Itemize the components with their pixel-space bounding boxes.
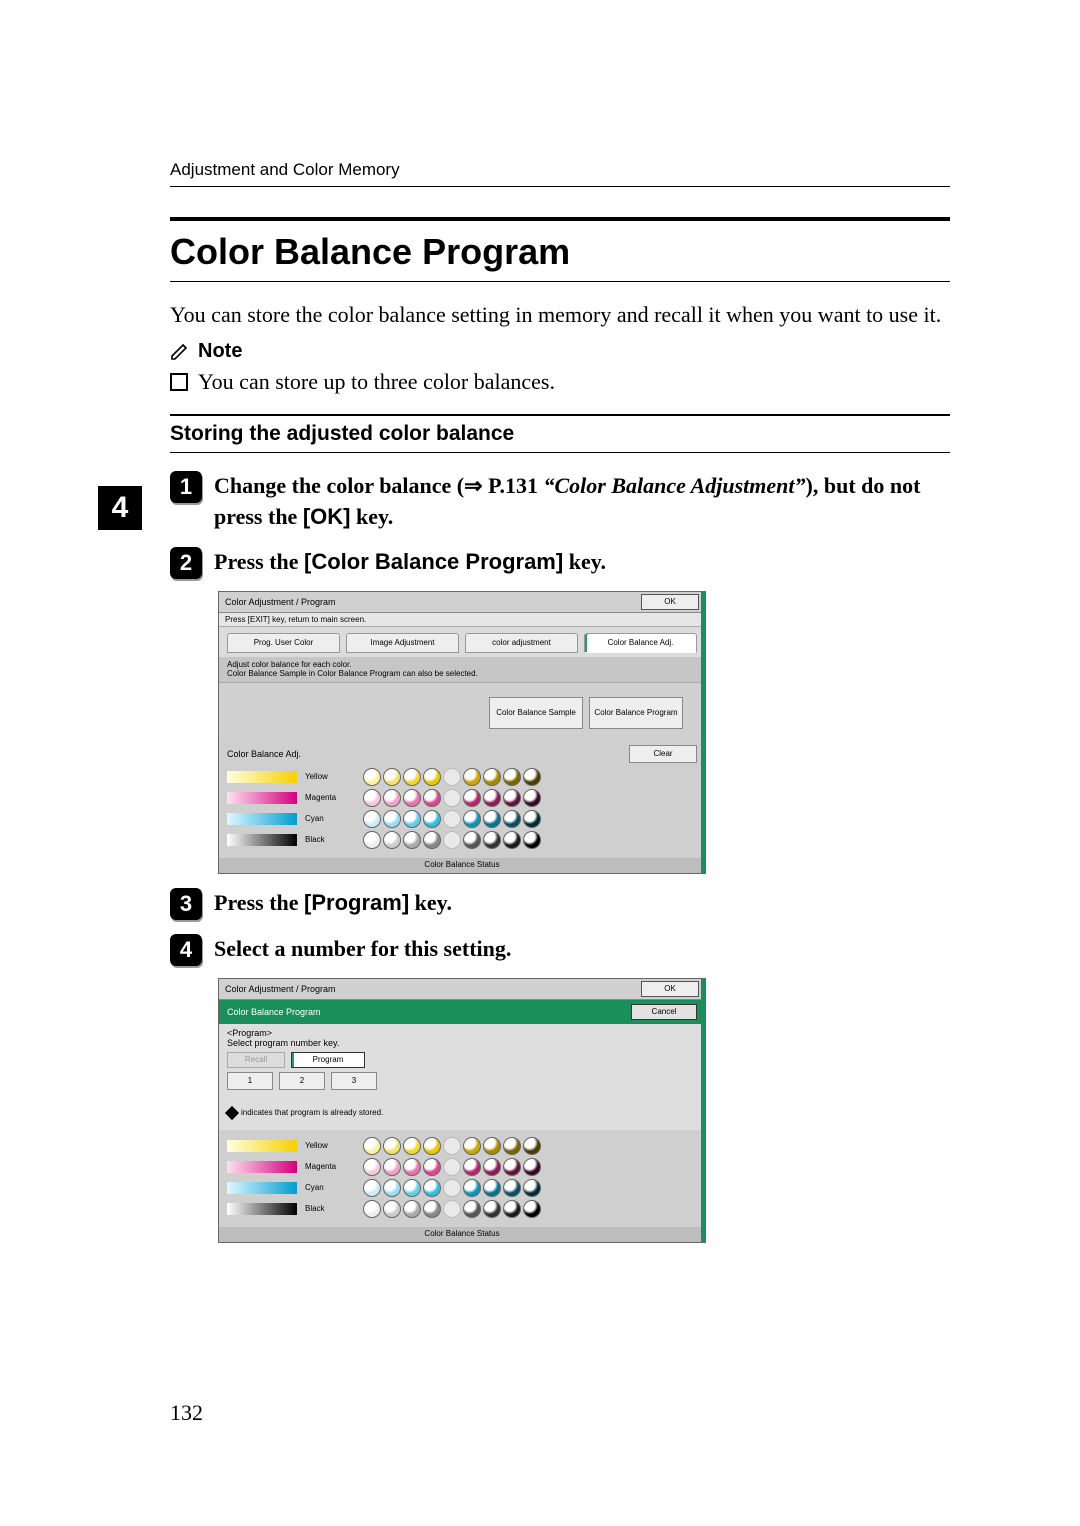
swatch-magenta xyxy=(227,792,297,804)
slider-yellow[interactable]: Yellow xyxy=(227,768,697,786)
screenshot-1: Color Adjustment / Program OK Press [EXI… xyxy=(218,591,950,874)
sliders-area: Color Balance Adj. Clear Yellow Magenta xyxy=(219,739,705,858)
step-number-badge: 1 xyxy=(170,471,202,503)
tabs-row: Prog. User Color Image Adjustment color … xyxy=(219,627,705,657)
panel-title: Color Adjustment / Program xyxy=(225,984,336,994)
pencil-icon xyxy=(170,341,190,361)
section-title: Color Balance Program xyxy=(170,231,950,273)
clear-button[interactable]: Clear xyxy=(629,745,697,763)
slider-label: Magenta xyxy=(305,793,355,802)
step-3: 3 Press the [Program] key. xyxy=(170,888,950,920)
tab-image-adjustment[interactable]: Image Adjustment xyxy=(346,633,459,653)
program-slot-1[interactable]: 1 xyxy=(227,1072,273,1090)
step-2: 2 Press the [Color Balance Program] key. xyxy=(170,547,950,579)
adj-label: Color Balance Adj. xyxy=(227,749,301,759)
rule-thick xyxy=(170,217,950,221)
panel-title: Color Adjustment / Program xyxy=(225,597,336,607)
note-line: Note xyxy=(170,340,950,363)
swatch-black xyxy=(227,834,297,846)
note-item: You can store up to three color balances… xyxy=(170,367,950,397)
slider-label: Cyan xyxy=(305,1183,355,1192)
program-slot-2[interactable]: 2 xyxy=(279,1072,325,1090)
slider-label: Magenta xyxy=(305,1162,355,1171)
swatch-cyan xyxy=(227,1182,297,1194)
swatch-black xyxy=(227,1203,297,1215)
note-item-text: You can store up to three color balances… xyxy=(198,369,555,394)
tab-color-balance-adj[interactable]: Color Balance Adj. xyxy=(584,633,697,653)
sub-rule-thick xyxy=(170,414,950,416)
slider-magenta[interactable]: Magenta xyxy=(227,789,697,807)
step-4: 4 Select a number for this setting. xyxy=(170,934,950,966)
color-balance-sample-button[interactable]: Color Balance Sample xyxy=(489,697,583,729)
slider-label: Cyan xyxy=(305,814,355,823)
note-label: Note xyxy=(198,340,242,363)
subsection-heading: Storing the adjusted color balance xyxy=(170,422,950,446)
slider-label: Yellow xyxy=(305,772,355,781)
ok-button[interactable]: OK xyxy=(641,981,699,997)
running-head: Adjustment and Color Memory xyxy=(170,160,950,187)
sliders-area: Yellow Magenta Cyan xyxy=(219,1130,705,1227)
swatch-yellow xyxy=(227,1140,297,1152)
slider-label: Black xyxy=(305,835,355,844)
slider-cyan[interactable]: Cyan xyxy=(227,1179,697,1197)
step-number-badge: 2 xyxy=(170,547,202,579)
step-number-badge: 4 xyxy=(170,934,202,966)
panel-greenbar: Color Balance Program Cancel xyxy=(219,1000,705,1024)
panel-footer: Color Balance Status xyxy=(219,858,705,873)
swatch-magenta xyxy=(227,1161,297,1173)
screenshot-2: Color Adjustment / Program OK Color Bala… xyxy=(218,978,950,1243)
square-bullet-icon xyxy=(170,373,188,391)
page: 4 Adjustment and Color Memory Color Bala… xyxy=(0,0,1080,1526)
step-2-text: Press the [Color Balance Program] key. xyxy=(214,547,606,578)
slider-label: Yellow xyxy=(305,1141,355,1150)
step-4-text: Select a number for this setting. xyxy=(214,934,511,965)
step-number-badge: 3 xyxy=(170,888,202,920)
slider-magenta[interactable]: Magenta xyxy=(227,1158,697,1176)
ok-button[interactable]: OK xyxy=(641,594,699,610)
panel-greenbar-title: Color Balance Program xyxy=(227,1007,321,1017)
slider-black[interactable]: Black xyxy=(227,1200,697,1218)
page-number: 132 xyxy=(170,1400,203,1426)
tab-color-adjustment[interactable]: color adjustment xyxy=(465,633,578,653)
mid-buttons: Color Balance Sample Color Balance Progr… xyxy=(219,683,705,739)
panel-footer: Color Balance Status xyxy=(219,1227,705,1242)
slider-label: Black xyxy=(305,1204,355,1213)
slider-black[interactable]: Black xyxy=(227,831,697,849)
color-balance-program-button[interactable]: Color Balance Program xyxy=(589,697,683,729)
slider-yellow[interactable]: Yellow xyxy=(227,1137,697,1155)
slider-cyan[interactable]: Cyan xyxy=(227,810,697,828)
sub-rule-thin xyxy=(170,452,950,453)
cancel-button[interactable]: Cancel xyxy=(631,1004,697,1020)
rule-thin xyxy=(170,281,950,282)
program-slot-3[interactable]: 3 xyxy=(331,1072,377,1090)
panel-subbar: Press [EXIT] key, return to main screen. xyxy=(219,613,705,627)
step-3-text: Press the [Program] key. xyxy=(214,888,452,919)
intro-paragraph: You can store the color balance setting … xyxy=(170,300,950,330)
tab-prog-user-color[interactable]: Prog. User Color xyxy=(227,633,340,653)
program-label: <Program> xyxy=(227,1028,697,1038)
stored-hint: indicates that program is already stored… xyxy=(227,1108,697,1118)
step-1: 1 Change the color balance (⇒ P.131 “Col… xyxy=(170,471,950,533)
diamond-icon xyxy=(225,1106,239,1120)
program-button[interactable]: Program xyxy=(291,1052,365,1068)
chapter-tab: 4 xyxy=(98,486,142,530)
swatch-cyan xyxy=(227,813,297,825)
step-1-text: Change the color balance (⇒ P.131 “Color… xyxy=(214,471,950,533)
program-hint: Select program number key. xyxy=(227,1038,697,1048)
recall-button[interactable]: Recall xyxy=(227,1052,285,1068)
panel-description: Adjust color balance for each color. Col… xyxy=(219,657,705,683)
swatch-yellow xyxy=(227,771,297,783)
